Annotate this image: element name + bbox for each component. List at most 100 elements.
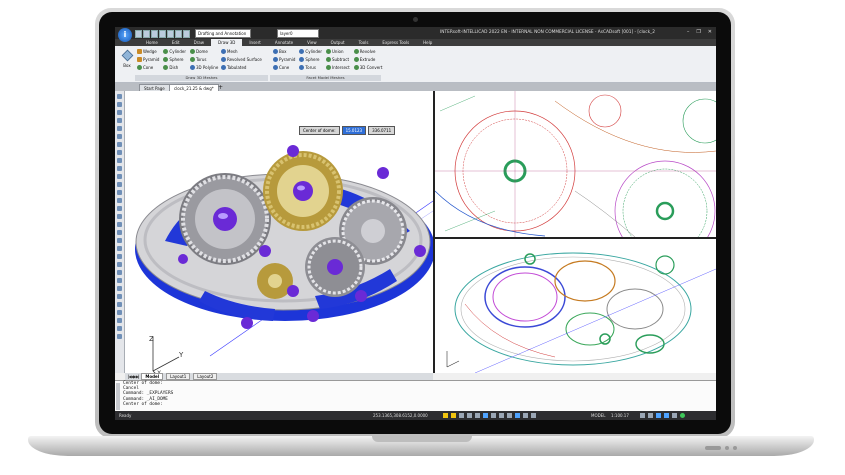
orbit-tool-icon[interactable] bbox=[117, 334, 122, 339]
print-icon[interactable] bbox=[159, 30, 166, 38]
viewport-3d-shaded[interactable]: Z Y X Center of dome: 15.0123 336.0711 bbox=[125, 91, 435, 373]
revolved-surface-button[interactable]: Revolved Surface bbox=[221, 56, 262, 63]
cylinder-button[interactable]: Cylinder bbox=[163, 48, 186, 55]
facet-sphere-button[interactable]: Sphere bbox=[299, 56, 322, 63]
extend-tool-icon[interactable] bbox=[117, 222, 122, 227]
annotation-scale[interactable]: 1:100.17 bbox=[611, 413, 629, 418]
box-button[interactable]: Box bbox=[119, 49, 135, 68]
facet-cone-button[interactable]: Cone bbox=[273, 64, 295, 71]
undo-icon[interactable] bbox=[167, 30, 174, 38]
layer-select[interactable]: layer0 bbox=[277, 29, 319, 38]
facet-box-button[interactable]: Box bbox=[273, 48, 295, 55]
trim-tool-icon[interactable] bbox=[117, 214, 122, 219]
explode-tool-icon[interactable] bbox=[117, 270, 122, 275]
dynamic-input-prompt[interactable]: Center of dome: 15.0123 336.0711 bbox=[299, 126, 396, 135]
prompt-x-input[interactable]: 15.0123 bbox=[341, 126, 367, 135]
rectangle-tool-icon[interactable] bbox=[117, 126, 122, 131]
subtract-button[interactable]: Subtract bbox=[325, 56, 350, 63]
array-tool-icon[interactable] bbox=[117, 254, 122, 259]
tab-express-tools[interactable]: Express Tools bbox=[375, 39, 416, 46]
extrude-button[interactable]: Extrude bbox=[353, 56, 383, 63]
workspace-select[interactable]: Drafting and Annotation bbox=[195, 29, 251, 38]
circle-tool-icon[interactable] bbox=[117, 110, 122, 115]
rotate-tool-icon[interactable] bbox=[117, 190, 122, 195]
ellipse-tool-icon[interactable] bbox=[117, 142, 122, 147]
clean-screen-icon[interactable] bbox=[680, 413, 685, 418]
copy-tool-icon[interactable] bbox=[117, 182, 122, 187]
lineweight-icon[interactable] bbox=[491, 413, 496, 418]
hatch-tool-icon[interactable] bbox=[117, 158, 122, 163]
tab-layout1[interactable]: Layout1 bbox=[166, 373, 191, 380]
grid-icon[interactable] bbox=[451, 413, 456, 418]
gear-icon[interactable] bbox=[640, 413, 645, 418]
dish-button[interactable]: Dish bbox=[163, 64, 186, 71]
dynamic-input-icon[interactable] bbox=[499, 413, 504, 418]
wedge-button[interactable]: Wedge bbox=[137, 48, 159, 55]
tab-output[interactable]: Output bbox=[324, 39, 352, 46]
fillet-tool-icon[interactable] bbox=[117, 238, 122, 243]
block-tool-icon[interactable] bbox=[117, 278, 122, 283]
facet-cylinder-button[interactable]: Cylinder bbox=[299, 48, 322, 55]
transparency-icon[interactable] bbox=[523, 413, 528, 418]
dome-button[interactable]: Dome bbox=[189, 48, 218, 55]
3d-polyline-button[interactable]: 3D Polyline bbox=[189, 64, 218, 71]
move-tool-icon[interactable] bbox=[117, 174, 122, 179]
save-icon[interactable] bbox=[151, 30, 158, 38]
open-file-icon[interactable] bbox=[143, 30, 150, 38]
spline-tool-icon[interactable] bbox=[117, 150, 122, 155]
layout-nav-arrows[interactable]: |◀ ◀ ▶ ▶| bbox=[128, 374, 139, 379]
sphere-button[interactable]: Sphere bbox=[163, 56, 186, 63]
intersect-button[interactable]: Intersect bbox=[325, 64, 350, 71]
selection-cycle-icon[interactable] bbox=[507, 413, 512, 418]
minimize-icon[interactable]: – bbox=[687, 29, 690, 35]
add-tab-icon[interactable]: + bbox=[218, 84, 223, 91]
tabulated-button[interactable]: Tabulated bbox=[221, 64, 262, 71]
dimension-tool-icon[interactable] bbox=[117, 286, 122, 291]
viewport-wireframe-overview[interactable] bbox=[435, 239, 716, 373]
osnap-icon[interactable] bbox=[475, 413, 480, 418]
properties-tool-icon[interactable] bbox=[117, 310, 122, 315]
mesh-button[interactable]: Mesh bbox=[221, 48, 262, 55]
scale-tool-icon[interactable] bbox=[117, 198, 122, 203]
prompt-y-input[interactable]: 336.0711 bbox=[368, 126, 396, 135]
annotation-icon[interactable] bbox=[531, 413, 536, 418]
measure-tool-icon[interactable] bbox=[117, 294, 122, 299]
line-tool-icon[interactable] bbox=[117, 94, 122, 99]
tab-home[interactable]: Home bbox=[139, 39, 165, 46]
plot-icon[interactable] bbox=[183, 30, 190, 38]
arc-tool-icon[interactable] bbox=[117, 118, 122, 123]
tab-layout2[interactable]: Layout2 bbox=[193, 373, 218, 380]
command-line-grip[interactable] bbox=[116, 383, 120, 410]
revolve-button[interactable]: Revolve bbox=[353, 48, 383, 55]
tab-model[interactable]: Model bbox=[141, 373, 164, 380]
quick-props-icon[interactable] bbox=[515, 413, 520, 418]
3d-convert-button[interactable]: 3D Convert bbox=[353, 64, 382, 71]
tab-draw-3d[interactable]: Draw 3D bbox=[211, 39, 243, 46]
viewport-wireframe-detail[interactable] bbox=[435, 91, 716, 239]
text-tool-icon[interactable] bbox=[117, 166, 122, 171]
new-file-icon[interactable] bbox=[135, 30, 142, 38]
model-space-toggle[interactable]: MODEL bbox=[591, 413, 605, 418]
layer-tool-icon[interactable] bbox=[117, 302, 122, 307]
command-line[interactable]: Center of dome: Cancel Command: _EXPLAYE… bbox=[115, 380, 716, 411]
tab-tools[interactable]: Tools bbox=[352, 39, 376, 46]
maximize-icon[interactable]: ❐ bbox=[696, 29, 700, 35]
ortho-icon[interactable] bbox=[459, 413, 464, 418]
tab-insert[interactable]: Insert bbox=[242, 39, 267, 46]
polar-icon[interactable] bbox=[467, 413, 472, 418]
erase-tool-icon[interactable] bbox=[117, 262, 122, 267]
mirror-tool-icon[interactable] bbox=[117, 206, 122, 211]
cone-button[interactable]: Cone bbox=[137, 64, 159, 71]
quick-access-toolbar[interactable] bbox=[135, 30, 190, 38]
lock-icon[interactable] bbox=[656, 413, 661, 418]
app-menu-button[interactable]: i bbox=[118, 28, 132, 42]
tab-annotate[interactable]: Annotate bbox=[268, 39, 300, 46]
polygon-tool-icon[interactable] bbox=[117, 134, 122, 139]
torus-button[interactable]: Torus bbox=[189, 56, 218, 63]
hardware-acceleration-icon[interactable] bbox=[664, 413, 669, 418]
facet-pyramid-button[interactable]: Pyramid bbox=[273, 56, 295, 63]
snap-icon[interactable] bbox=[443, 413, 448, 418]
pan-tool-icon[interactable] bbox=[117, 326, 122, 331]
offset-tool-icon[interactable] bbox=[117, 230, 122, 235]
redo-icon[interactable] bbox=[175, 30, 182, 38]
